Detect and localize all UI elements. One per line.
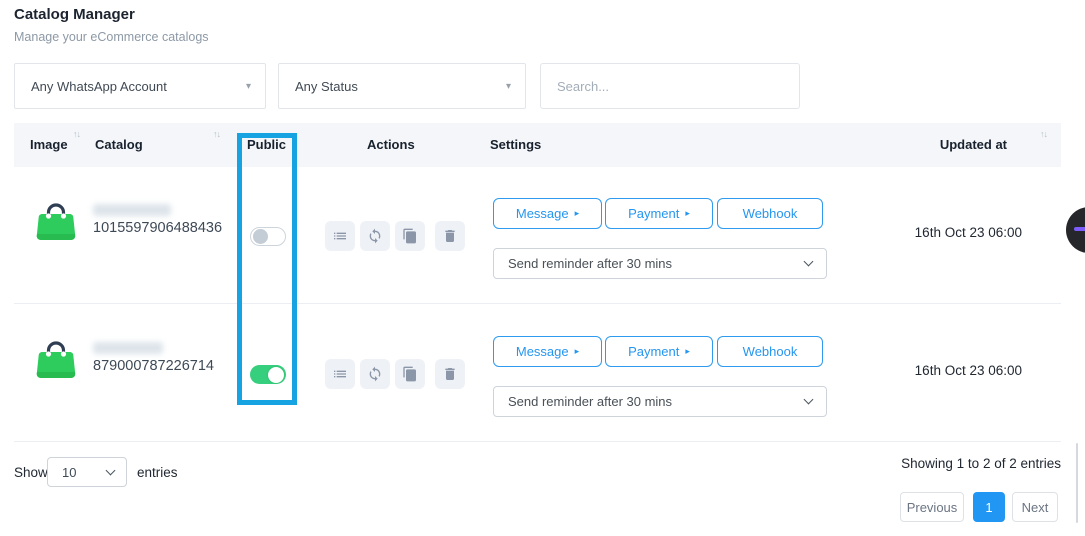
status-select[interactable]: Any Status ▾ [278, 63, 526, 109]
list-icon [332, 366, 348, 382]
page-size-select[interactable]: 10 [47, 457, 127, 487]
toggle-knob [268, 367, 284, 383]
message-button-label: Message [516, 344, 569, 359]
sync-icon [367, 228, 383, 244]
catalog-id: 1015597906488436 [93, 220, 222, 236]
table-row: 879000787226714 Message ▸ Payment ▸ Webh… [14, 305, 1061, 441]
column-header-public[interactable]: Public [247, 137, 286, 152]
caret-right-icon: ▸ [685, 347, 690, 356]
chevron-down-icon [804, 395, 814, 405]
updated-at-value: 16th Oct 23 06:00 [915, 225, 1022, 240]
sort-icon[interactable]: ↑↓ [1040, 129, 1047, 139]
table-header: Image ↑↓ Catalog ↑↓ Public Actions Setti… [14, 123, 1061, 167]
trash-icon [442, 366, 458, 382]
widget-dash-icon [1074, 227, 1085, 231]
caret-down-icon: ▾ [246, 81, 251, 92]
column-header-settings: Settings [490, 137, 541, 152]
sort-icon[interactable]: ↑↓ [213, 129, 220, 139]
reminder-select-value: Send reminder after 30 mins [508, 394, 672, 409]
reminder-select-value: Send reminder after 30 mins [508, 256, 672, 271]
chevron-down-icon [804, 257, 814, 267]
message-button-label: Message [516, 206, 569, 221]
delete-button[interactable] [435, 221, 465, 251]
chevron-down-icon [106, 465, 116, 475]
catalog-manager-page: Catalog Manager Manage your eCommerce ca… [0, 0, 1085, 536]
list-details-button[interactable] [325, 221, 355, 251]
shopping-bag-icon [32, 197, 80, 245]
entries-label: entries [137, 465, 178, 480]
duplicate-button[interactable] [395, 359, 425, 389]
page-size-value: 10 [62, 465, 76, 480]
webhook-button[interactable]: Webhook [717, 198, 823, 229]
list-icon [332, 228, 348, 244]
caret-right-icon: ▸ [685, 209, 690, 218]
copy-icon [402, 366, 418, 382]
caret-right-icon: ▸ [575, 209, 580, 218]
page-title: Catalog Manager [14, 6, 135, 23]
payment-button-label: Payment [628, 206, 679, 221]
webhook-button[interactable]: Webhook [717, 336, 823, 367]
payment-button[interactable]: Payment ▸ [605, 198, 713, 229]
pagination-next-button[interactable]: Next [1012, 492, 1058, 522]
sync-button[interactable] [360, 359, 390, 389]
public-toggle[interactable] [250, 227, 286, 246]
scrollbar-thumb[interactable] [1076, 443, 1078, 523]
pagination-current-page[interactable]: 1 [973, 492, 1005, 522]
webhook-button-label: Webhook [743, 206, 798, 221]
show-label: Show [14, 465, 48, 480]
column-header-actions: Actions [367, 137, 415, 152]
whatsapp-account-select[interactable]: Any WhatsApp Account ▾ [14, 63, 266, 109]
catalog-name-blurred [93, 342, 163, 354]
search-input[interactable] [540, 63, 800, 109]
footer-divider [14, 441, 1061, 442]
catalog-id: 879000787226714 [93, 358, 214, 374]
message-button[interactable]: Message ▸ [493, 198, 602, 229]
list-details-button[interactable] [325, 359, 355, 389]
trash-icon [442, 228, 458, 244]
caret-right-icon: ▸ [575, 347, 580, 356]
pagination-previous-button[interactable]: Previous [900, 492, 964, 522]
column-header-updated-at[interactable]: Updated at [940, 137, 1007, 152]
floating-widget-button[interactable] [1066, 207, 1085, 253]
webhook-button-label: Webhook [743, 344, 798, 359]
public-toggle[interactable] [250, 365, 286, 384]
payment-button-label: Payment [628, 344, 679, 359]
sync-icon [367, 366, 383, 382]
row-divider [14, 303, 1061, 304]
shopping-bag-icon [32, 335, 80, 383]
catalog-name-blurred [93, 204, 171, 216]
whatsapp-account-select-value: Any WhatsApp Account [31, 79, 167, 94]
payment-button[interactable]: Payment ▸ [605, 336, 713, 367]
caret-down-icon: ▾ [506, 81, 511, 92]
entries-summary: Showing 1 to 2 of 2 entries [901, 456, 1061, 471]
delete-button[interactable] [435, 359, 465, 389]
column-header-catalog[interactable]: Catalog [95, 137, 143, 152]
toggle-knob [253, 229, 268, 244]
column-header-image[interactable]: Image [30, 137, 68, 152]
table-row: 1015597906488436 Message ▸ Payment ▸ Web… [14, 167, 1061, 303]
page-subtitle: Manage your eCommerce catalogs [14, 30, 209, 44]
reminder-select[interactable]: Send reminder after 30 mins [493, 248, 827, 279]
message-button[interactable]: Message ▸ [493, 336, 602, 367]
reminder-select[interactable]: Send reminder after 30 mins [493, 386, 827, 417]
duplicate-button[interactable] [395, 221, 425, 251]
updated-at-value: 16th Oct 23 06:00 [915, 363, 1022, 378]
copy-icon [402, 228, 418, 244]
sync-button[interactable] [360, 221, 390, 251]
status-select-value: Any Status [295, 79, 358, 94]
sort-icon[interactable]: ↑↓ [73, 129, 80, 139]
